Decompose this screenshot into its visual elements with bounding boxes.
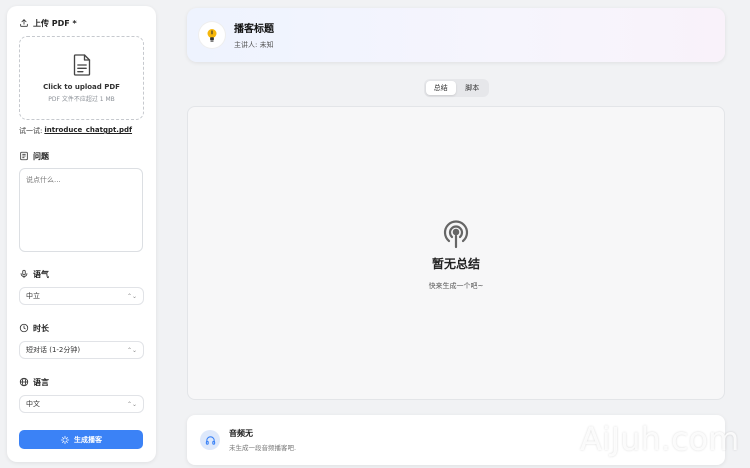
upload-dropzone[interactable]: Click to upload PDF PDF 文件不应超过 1 MB [19, 36, 144, 120]
tone-label-text: 语气 [33, 269, 49, 279]
duration-select[interactable]: 短对话 (1-2分钟) ⌃⌄ [19, 341, 144, 359]
chevron-updown-icon: ⌃⌄ [126, 346, 137, 354]
speaker-label: 主讲人: 未知 [234, 41, 274, 49]
tab-script[interactable]: 脚本 [458, 81, 488, 95]
upload-label: 上传 PDF * [19, 17, 144, 29]
sample-file-link[interactable]: introduce_chatgpt.pdf [44, 126, 132, 136]
audio-icon-wrapper [200, 430, 220, 450]
document-icon [20, 151, 28, 161]
podcast-icon [443, 220, 469, 249]
try-sample: 试一试: introduce_chatgpt.pdf [19, 126, 144, 136]
question-input[interactable] [19, 168, 143, 252]
podcast-header: 播客标题 主讲人: 未知 [187, 8, 725, 62]
generate-podcast-button[interactable]: 生成播客 [19, 430, 143, 449]
upload-title: Click to upload PDF [43, 83, 120, 91]
globe-icon [19, 377, 29, 387]
podcast-logo [199, 22, 225, 48]
question-label-text: 问题 [33, 151, 49, 161]
upload-icon [20, 19, 28, 27]
duration-value: 短对话 (1-2分钟) [26, 346, 81, 354]
tone-label: 语气 [19, 268, 144, 280]
microphone-icon [20, 269, 28, 279]
question-label: 问题 [19, 150, 144, 162]
duration-label-text: 时长 [33, 323, 49, 333]
watermark: AiJuh.com [580, 420, 740, 458]
tone-value: 中立 [26, 292, 40, 300]
language-label: 语言 [19, 376, 144, 388]
language-value: 中文 [26, 400, 40, 408]
empty-subtitle: 快来生成一个吧~ [428, 282, 484, 290]
generate-label: 生成播客 [74, 435, 102, 444]
upload-label-text: 上传 PDF * [33, 18, 77, 28]
try-prefix: 试一试: [19, 127, 43, 135]
upload-hint: PDF 文件不应超过 1 MB [48, 96, 115, 103]
clock-icon [19, 323, 29, 333]
language-select[interactable]: 中文 ⌃⌄ [19, 395, 144, 413]
empty-title: 暂无总结 [431, 257, 480, 271]
audio-subtitle: 未生成一段音频播客吧. [229, 444, 297, 452]
view-tabs: 总结 脚本 [424, 79, 489, 97]
headphones-icon [205, 435, 215, 445]
chevron-updown-icon: ⌃⌄ [126, 292, 137, 300]
podcast-title: 播客标题 [234, 24, 274, 35]
sidebar: 上传 PDF * Click to upload PDF PDF 文件不应超过 … [7, 6, 156, 462]
tab-summary[interactable]: 总结 [426, 81, 456, 95]
tone-select[interactable]: 中立 ⌃⌄ [19, 287, 144, 305]
file-icon [73, 54, 90, 76]
chevron-updown-icon: ⌃⌄ [126, 400, 137, 408]
lightbulb-logo-icon [207, 29, 217, 42]
summary-panel: 暂无总结 快来生成一个吧~ [187, 106, 725, 400]
language-label-text: 语言 [33, 377, 49, 387]
sparkle-icon [60, 435, 70, 444]
audio-title: 音频无 [229, 429, 253, 438]
duration-label: 时长 [19, 322, 144, 334]
